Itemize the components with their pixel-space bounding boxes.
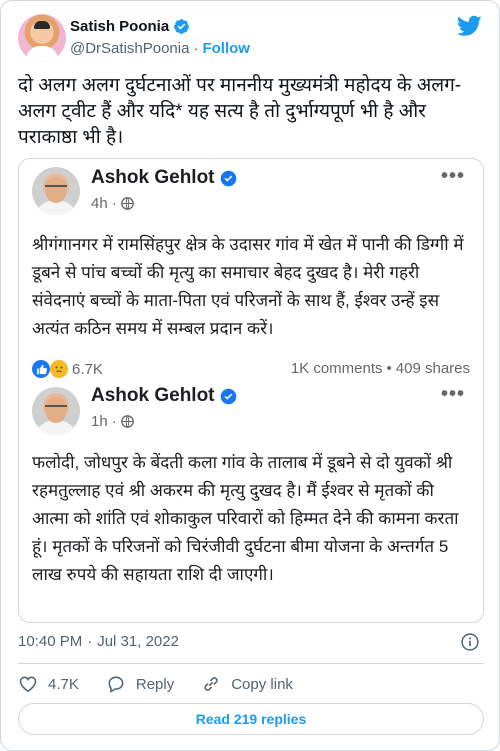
sad-reaction-icon: [50, 360, 68, 378]
avatar-face-shape: [45, 177, 67, 203]
post-1-author-name: Ashok Gehlot: [91, 167, 215, 188]
copy-link-button[interactable]: Copy link: [201, 674, 293, 694]
post-1-reactions: 6.7K: [32, 360, 103, 378]
avatar-body-shape: [36, 201, 76, 215]
avatar-glasses-shape: [45, 185, 67, 190]
post-2-meta: 1h ·: [91, 413, 134, 430]
author-handle-row: @DrSatishPoonia · Follow: [70, 40, 250, 57]
like-reaction-icon: [32, 360, 50, 378]
tweet-date-separator: ·: [87, 633, 93, 650]
follow-button[interactable]: Follow: [202, 40, 250, 57]
avatar-body-shape: [36, 421, 76, 435]
author-avatar[interactable]: [18, 14, 66, 62]
reply-button[interactable]: Reply: [106, 674, 174, 694]
attached-screenshot-image[interactable]: Ashok Gehlot 4h · ••• श्रीगंगानगर में रा…: [18, 158, 484, 623]
post-1-meta-separator: ·: [111, 195, 117, 212]
post-2-avatar: [32, 387, 80, 435]
post-2-meta-separator: ·: [111, 413, 117, 430]
avatar-glasses-shape: [45, 405, 67, 410]
post-1-shares: 409 shares: [395, 360, 470, 377]
like-count: 4.7K: [48, 675, 79, 693]
globe-icon: [120, 415, 134, 428]
reply-bubble-icon: [108, 676, 124, 693]
post-2-name-row: Ashok Gehlot: [91, 385, 237, 407]
handle-separator: ·: [193, 40, 199, 57]
twitter-bird-icon[interactable]: [457, 15, 482, 37]
tweet-actions: 4.7K Reply Copy link: [18, 673, 320, 695]
tweet-timestamp[interactable]: 10:40 PM · Jul 31, 2022: [18, 633, 179, 650]
post-1-stats-separator: •: [386, 360, 392, 377]
facebook-post-1: Ashok Gehlot 4h · ••• श्रीगंगानगर में रा…: [19, 159, 483, 389]
author-handle[interactable]: @DrSatishPoonia: [70, 40, 189, 57]
post-1-stats: 1K comments • 409 shares: [291, 360, 470, 377]
verified-badge-icon: [174, 19, 190, 34]
verified-badge-icon: [220, 170, 236, 186]
avatar-shirt-shape: [26, 46, 58, 62]
post-2-time: 1h: [91, 413, 108, 430]
reply-label: Reply: [135, 675, 175, 693]
post-1-more-icon: •••: [440, 165, 465, 187]
tweet-date: Jul 31, 2022: [97, 633, 179, 650]
post-1-meta: 4h ·: [91, 195, 134, 212]
like-button[interactable]: 4.7K: [18, 674, 79, 694]
divider: [18, 663, 484, 664]
facebook-post-2: Ashok Gehlot 1h · ••• फलोदी, जोधपुर के ब…: [19, 381, 483, 622]
post-1-body: श्रीगंगानगर में रामसिंहपुर क्षेत्र के उद…: [32, 235, 464, 338]
info-icon[interactable]: [460, 632, 480, 652]
link-icon: [204, 677, 218, 691]
avatar-hair-shape: [34, 21, 50, 29]
post-2-author-name: Ashok Gehlot: [91, 385, 215, 406]
globe-icon: [120, 197, 134, 210]
post-1-comments: 1K comments: [290, 360, 383, 377]
tweet-text: दो अलग अलग दुर्घटनाओं पर माननीय मुख्यमंत…: [18, 75, 462, 148]
read-replies-button[interactable]: Read 219 replies: [18, 703, 484, 735]
heart-icon: [19, 676, 37, 693]
post-1-name-row: Ashok Gehlot: [91, 167, 237, 189]
avatar-face-shape: [45, 397, 67, 423]
post-1-reaction-count: 6.7K: [72, 360, 103, 378]
post-1-avatar: [32, 167, 80, 215]
tweet-time: 10:40 PM: [18, 633, 83, 650]
author-name-row: Satish Poonia: [70, 18, 190, 35]
post-2-body: फलोदी, जोधपुर के बेंदती कला गांव के ताला…: [32, 453, 459, 584]
author-name[interactable]: Satish Poonia: [70, 18, 169, 35]
post-1-time: 4h: [91, 195, 108, 212]
verified-badge-icon: [220, 388, 236, 404]
post-2-more-icon: •••: [440, 383, 465, 405]
copy-link-label: Copy link: [231, 675, 293, 693]
tweet-card: Satish Poonia @DrSatishPoonia · Follow द…: [0, 0, 500, 751]
